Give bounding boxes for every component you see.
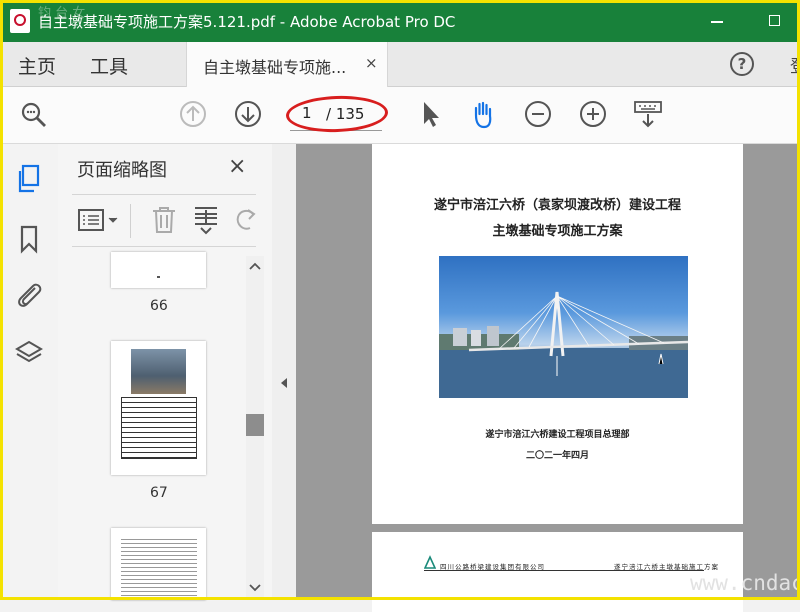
- toolbar: [0, 87, 800, 144]
- page-thumbnails-icon[interactable]: [16, 164, 42, 194]
- hand-tool-icon[interactable]: [468, 99, 498, 129]
- thumbnail-table: [121, 397, 197, 459]
- close-tab-icon[interactable]: ×: [365, 54, 378, 72]
- collapse-arrow-icon[interactable]: [278, 376, 290, 390]
- scroll-down-icon[interactable]: [248, 582, 262, 594]
- tab-home[interactable]: 主页: [18, 52, 56, 79]
- acrobat-app-icon[interactable]: [10, 9, 30, 33]
- zoom-out-icon[interactable]: [523, 99, 553, 129]
- title-bar: 钧 台 女 自主墩基础专项施工方案5.121.pdf - Adobe Acrob…: [0, 0, 800, 42]
- keyboard-scroll-icon[interactable]: [633, 99, 663, 129]
- tab-document[interactable]: 自主墩基础专项施... ×: [186, 42, 388, 87]
- document-title-line2: 主墩基础专项施工方案: [492, 224, 623, 239]
- thumbnail-page-66[interactable]: [111, 252, 206, 288]
- minimize-button[interactable]: [706, 10, 728, 32]
- scroll-up-icon[interactable]: [248, 260, 262, 272]
- select-cursor-icon[interactable]: [416, 99, 446, 129]
- thumbnail-page-number: 67: [150, 485, 168, 501]
- page-up-icon[interactable]: [178, 99, 208, 129]
- close-panel-icon[interactable]: ×: [228, 154, 246, 179]
- scrollbar-thumb[interactable]: [246, 414, 264, 436]
- thumbnail-page-67[interactable]: [111, 341, 206, 475]
- maximize-button[interactable]: [764, 10, 786, 32]
- toolbar-divider: [130, 204, 131, 238]
- options-menu-icon[interactable]: [77, 206, 121, 234]
- layers-icon[interactable]: [14, 338, 44, 368]
- document-date: 二〇二一年四月: [525, 451, 589, 461]
- rotate-icon[interactable]: [232, 206, 260, 234]
- delete-icon[interactable]: [150, 205, 178, 235]
- watermark-text: www.cndac: [690, 571, 800, 595]
- tab-tools[interactable]: 工具: [90, 52, 128, 79]
- bridge-illustration: [439, 291, 688, 398]
- left-rail: [0, 144, 59, 600]
- zoom-in-icon[interactable]: [578, 99, 608, 129]
- search-icon[interactable]: [18, 99, 48, 129]
- help-icon[interactable]: ?: [730, 52, 754, 76]
- page2-header-rule: [424, 570, 704, 571]
- document-organization: 遂宁市涪江六桥建设工程项目总理部: [485, 430, 630, 440]
- insert-page-icon[interactable]: [192, 205, 220, 235]
- bridge-photo: [439, 256, 688, 398]
- panel-title: 页面缩略图: [77, 160, 167, 181]
- company-logo: [424, 555, 436, 569]
- sign-in-label[interactable]: 登: [790, 52, 800, 77]
- page-down-icon[interactable]: [233, 99, 263, 129]
- panel-collapse-strip[interactable]: [272, 144, 296, 600]
- window-title: 自主墩基础专项施工方案5.121.pdf - Adobe Acrobat Pro…: [38, 13, 456, 31]
- thumbnail-text-lines: [121, 536, 197, 600]
- thumbnail-page-68[interactable]: [111, 528, 206, 600]
- document-page-2: [372, 532, 743, 612]
- bookmarks-icon[interactable]: [18, 224, 40, 254]
- panel-divider-lower: [72, 246, 256, 247]
- document-title-line1: 遂宁市涪江六桥（袁家坝渡改桥）建设工程: [433, 198, 681, 213]
- document-tab-label: 自主墩基础专项施...: [203, 58, 347, 77]
- thumbnail-photo: [131, 349, 186, 394]
- thumbnail-mark: [157, 276, 160, 278]
- thumbnail-page-number: 66: [150, 298, 168, 314]
- panel-divider: [72, 194, 256, 195]
- attachments-icon[interactable]: [15, 280, 43, 310]
